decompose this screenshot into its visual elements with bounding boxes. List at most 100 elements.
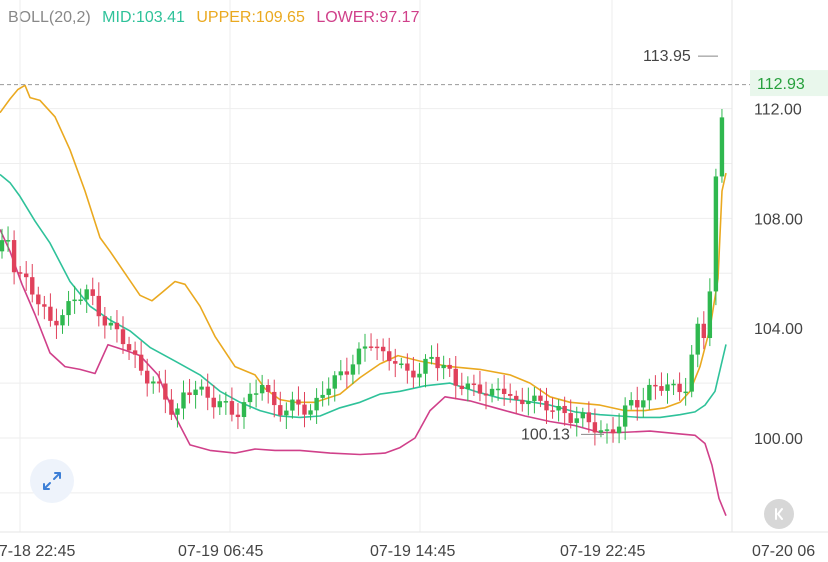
candle-body bbox=[629, 400, 634, 406]
candle-body bbox=[695, 323, 700, 355]
candle-body bbox=[78, 299, 83, 301]
candle-body bbox=[272, 391, 277, 406]
y-axis-label: 100.00 bbox=[754, 431, 803, 448]
candle-body bbox=[598, 430, 604, 433]
candle-body bbox=[320, 394, 325, 398]
candle-body bbox=[380, 346, 386, 352]
candle-body bbox=[229, 401, 235, 415]
candle-body bbox=[592, 422, 598, 433]
candle-body bbox=[247, 393, 253, 403]
x-axis-label: 07-19 06:45 bbox=[178, 543, 264, 560]
candle-body bbox=[48, 306, 53, 321]
candle-body bbox=[368, 346, 374, 348]
candle-body bbox=[108, 322, 114, 326]
candle-body bbox=[120, 329, 126, 345]
candle-body bbox=[677, 383, 682, 393]
candle-body bbox=[683, 391, 688, 394]
candle-body bbox=[604, 429, 610, 431]
candle-body bbox=[616, 426, 622, 434]
candle-body bbox=[326, 388, 331, 395]
candle-body bbox=[241, 402, 247, 418]
candle-body bbox=[399, 363, 404, 366]
candle-body bbox=[284, 410, 289, 416]
candle-body bbox=[447, 364, 452, 369]
candle-body bbox=[586, 412, 592, 423]
candle-body bbox=[36, 294, 41, 305]
candle-body bbox=[489, 388, 495, 396]
candle-body bbox=[659, 386, 664, 391]
candle-body bbox=[393, 361, 398, 364]
candle-body bbox=[495, 388, 501, 391]
price-chart[interactable]: 113.95 100.13 112.93 112.00 108.00 104.00 100… bbox=[0, 0, 828, 562]
candle-body bbox=[90, 289, 95, 296]
candle-body bbox=[689, 354, 694, 392]
candle-body bbox=[217, 401, 222, 408]
candle-body bbox=[253, 393, 259, 395]
candle-body bbox=[556, 405, 561, 411]
expand-arrows-icon bbox=[43, 472, 61, 490]
candle-body bbox=[84, 289, 89, 300]
candle-body bbox=[411, 370, 416, 378]
candle-body bbox=[54, 320, 59, 326]
collapse-panel-button[interactable] bbox=[764, 499, 794, 529]
candle-body bbox=[647, 384, 652, 401]
candle-body bbox=[96, 295, 101, 317]
candle-body bbox=[550, 410, 555, 412]
candle-body bbox=[435, 356, 440, 369]
candle-body bbox=[574, 418, 579, 423]
max-price-marker: 113.95 bbox=[643, 48, 691, 65]
y-axis-label: 112.00 bbox=[754, 102, 802, 119]
candle-body bbox=[314, 397, 319, 411]
candle-body bbox=[72, 299, 77, 302]
candle-body bbox=[163, 383, 168, 400]
candle-body bbox=[296, 399, 301, 405]
candle-body bbox=[17, 272, 23, 274]
candle-body bbox=[520, 399, 525, 405]
candle-body bbox=[641, 400, 646, 408]
candle-body bbox=[223, 401, 229, 403]
candle-body bbox=[151, 381, 156, 384]
candle-body bbox=[635, 400, 640, 408]
candle-body bbox=[266, 384, 271, 392]
candle-body bbox=[211, 397, 216, 408]
candle-body bbox=[138, 354, 144, 371]
candle-body bbox=[102, 316, 108, 326]
candle-body bbox=[175, 408, 180, 415]
candle-body bbox=[350, 364, 356, 375]
candle-body bbox=[423, 358, 428, 374]
boll-upper-line bbox=[0, 84, 727, 412]
candle-body bbox=[532, 395, 537, 402]
candle-body bbox=[187, 392, 192, 396]
candle-body bbox=[465, 383, 471, 390]
candle-body bbox=[338, 371, 343, 376]
expand-chart-button[interactable] bbox=[30, 459, 74, 503]
candle-body bbox=[259, 384, 265, 394]
candle-body bbox=[181, 392, 186, 409]
candle-body bbox=[477, 384, 483, 394]
candle-body bbox=[719, 117, 725, 177]
candle-body bbox=[332, 375, 337, 389]
candle-body bbox=[145, 370, 150, 384]
x-axis-label: 07-18 22:45 bbox=[0, 543, 76, 560]
candle-body bbox=[11, 240, 17, 273]
candle-body bbox=[344, 371, 350, 375]
x-axis-label: 07-19 22:45 bbox=[560, 543, 646, 560]
x-axis-label: 07-20 06 bbox=[752, 543, 815, 560]
collapse-panel-icon bbox=[775, 508, 783, 520]
candle-body bbox=[701, 323, 706, 339]
candle-body bbox=[459, 385, 464, 390]
candle-body bbox=[713, 176, 719, 292]
min-price-marker: 100.13 bbox=[521, 426, 570, 443]
candle-body bbox=[235, 414, 241, 418]
candle-body bbox=[441, 364, 446, 369]
y-axis-label: 104.00 bbox=[754, 321, 803, 338]
candle-body bbox=[169, 399, 174, 415]
candle-body bbox=[24, 273, 29, 278]
candle-body bbox=[205, 386, 210, 398]
candle-body bbox=[157, 381, 162, 384]
candle-body bbox=[501, 388, 507, 394]
candle-body bbox=[66, 301, 71, 316]
candle-body bbox=[362, 346, 368, 349]
candle-body bbox=[30, 277, 35, 295]
candle-body bbox=[526, 401, 531, 405]
